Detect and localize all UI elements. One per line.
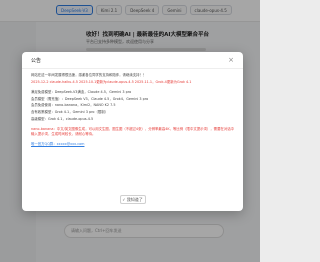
- dialog-header: 公告 ×: [22, 52, 243, 69]
- advanced-models-line: 高级模型：Grok 4.1，claude-opus-4.5: [31, 116, 94, 121]
- dialog-body: 网站在这一年间发展得很迅速，感谢各位同学的支持和陪伴，请继续支持！！ 2025-…: [31, 73, 235, 149]
- close-icon[interactable]: ×: [227, 56, 235, 64]
- nano-banana-note: nano-banana：中文/英文图像生成，可以用文生图、图生图（不超过4张），…: [31, 126, 235, 137]
- announcement-update: 2025-12-2 claude-haiku-4.5 2025.10.1更新为c…: [31, 79, 192, 84]
- contact-link[interactable]: 唯一官方QQ群：xxxxx@xxx.com: [31, 142, 235, 147]
- announcement-dialog: 公告 × 网站在这一年间发展得很迅速，感谢各位同学的支持和陪伴，请继续支持！！ …: [22, 52, 243, 211]
- dialog-title: 公告: [31, 58, 42, 64]
- announcement-line: 网站在这一年间发展得很迅速，感谢各位同学的支持和陪伴，请继续支持！！: [31, 73, 147, 77]
- member-models-line: 会员模型（需充值）：DeepSeek V3，Claude 4.5，Grok4，G…: [31, 96, 149, 101]
- acknowledge-button[interactable]: ✓ 我知道了: [119, 195, 146, 204]
- free-models-line: 满足免费模型：DeepSeek-V3满血，Claude 4.5，Gemini 3…: [31, 89, 132, 94]
- policy-models-line: 含有政策模型：Grok 4.1，Gemini 3 pro（限制）: [31, 110, 109, 115]
- dialog-footer: ✓ 我知道了: [22, 195, 243, 207]
- member-free-line: 会员免费使用：nano-banana，Kimi2，NANO K2 7.5: [31, 103, 116, 108]
